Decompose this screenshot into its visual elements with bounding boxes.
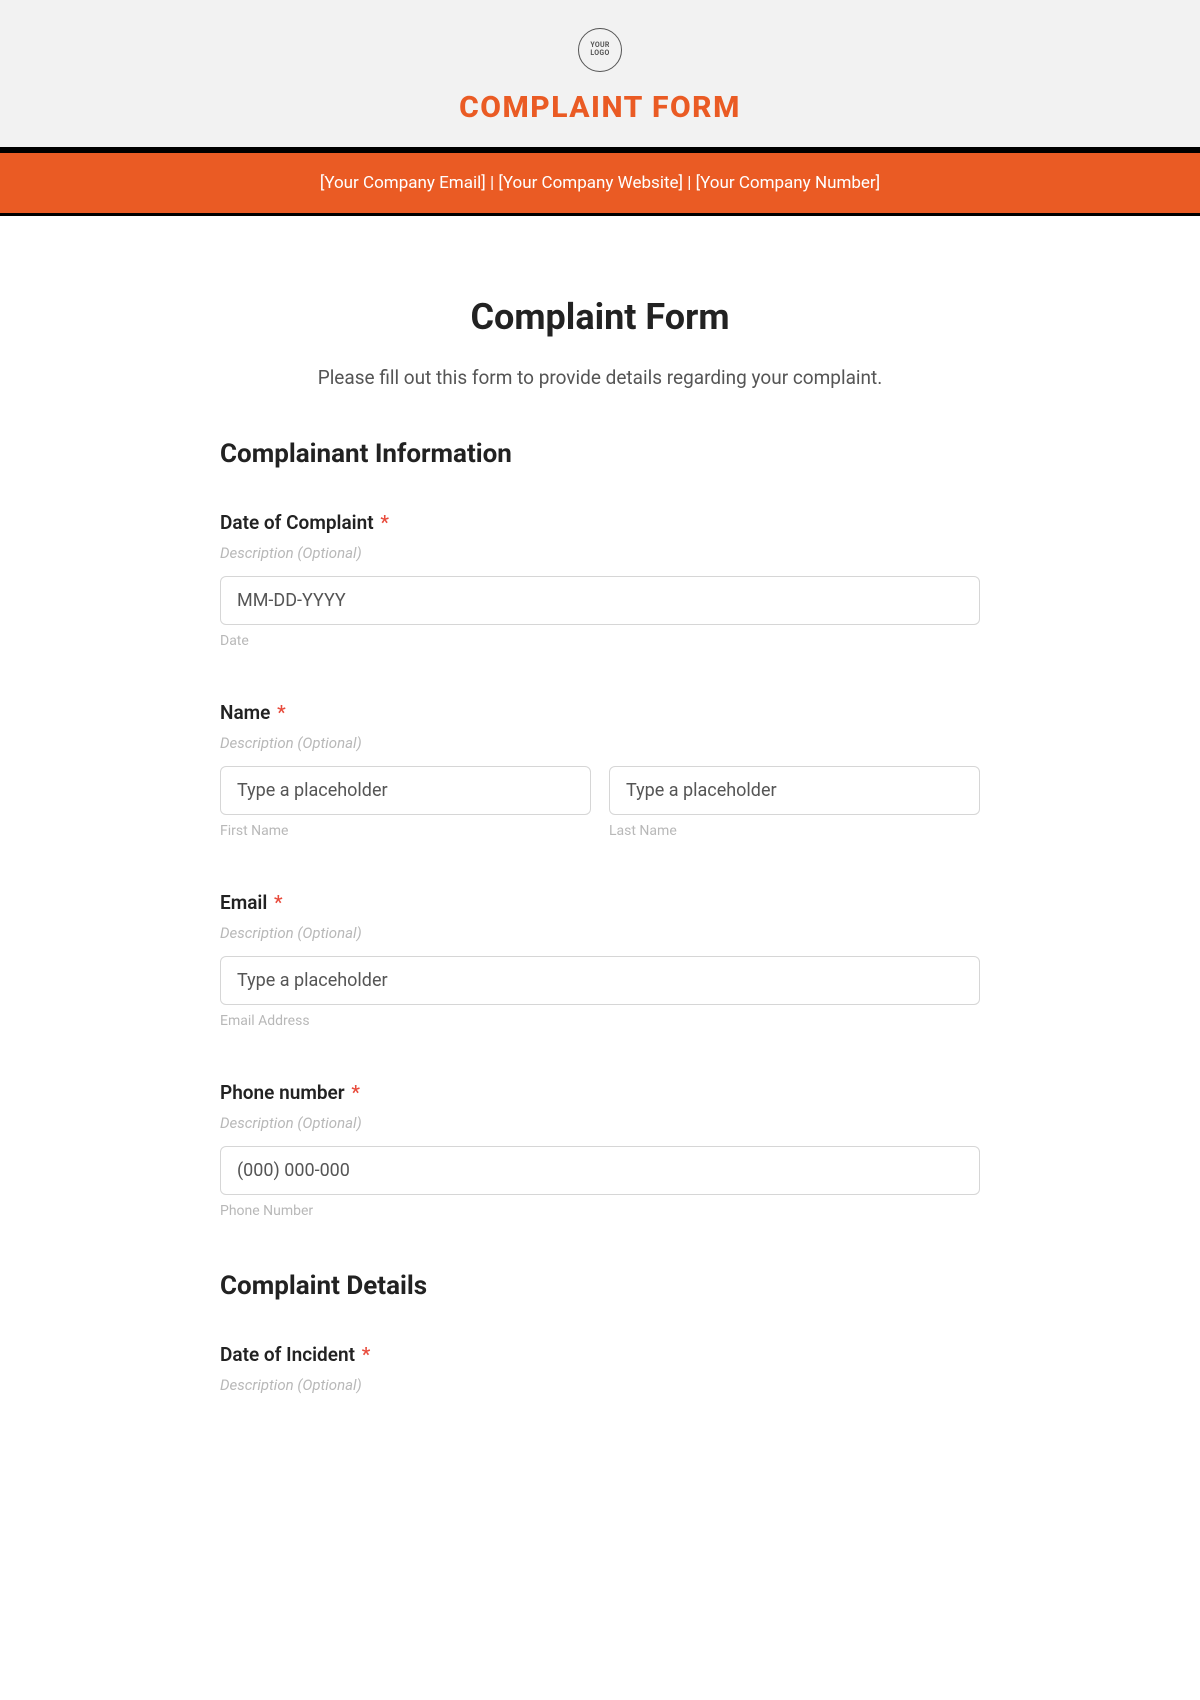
banner-title: COMPLAINT FORM — [0, 90, 1200, 125]
field-name: Name * Description (Optional) First Name… — [220, 701, 980, 839]
label-email: Email * — [220, 891, 980, 914]
label-phone: Phone number * — [220, 1081, 980, 1104]
input-email[interactable] — [220, 956, 980, 1005]
field-phone: Phone number * Description (Optional) Ph… — [220, 1081, 980, 1219]
sublabel-first-name: First Name — [220, 823, 591, 839]
required-marker: * — [277, 701, 286, 724]
input-first-name[interactable] — [220, 766, 591, 815]
desc-phone: Description (Optional) — [220, 1114, 980, 1132]
desc-date-complaint: Description (Optional) — [220, 544, 980, 562]
label-email-text: Email — [220, 891, 267, 914]
input-date-complaint[interactable] — [220, 576, 980, 625]
section-details-heading: Complaint Details — [220, 1271, 980, 1301]
required-marker: * — [380, 511, 389, 534]
required-marker: * — [274, 891, 283, 914]
form-content: Complaint Form Please fill out this form… — [190, 216, 1010, 1448]
label-date-incident-text: Date of Incident — [220, 1343, 355, 1366]
section-complainant-heading: Complainant Information — [220, 439, 980, 469]
label-date-complaint-text: Date of Complaint — [220, 511, 374, 534]
top-banner: YOUR LOGO COMPLAINT FORM — [0, 0, 1200, 150]
sublabel-last-name: Last Name — [609, 823, 980, 839]
field-email: Email * Description (Optional) Email Add… — [220, 891, 980, 1029]
input-last-name[interactable] — [609, 766, 980, 815]
desc-date-incident: Description (Optional) — [220, 1376, 980, 1394]
sublabel-date-complaint: Date — [220, 633, 980, 649]
label-date-incident: Date of Incident * — [220, 1343, 980, 1366]
label-phone-text: Phone number — [220, 1081, 345, 1104]
page-subtitle: Please fill out this form to provide det… — [220, 366, 980, 389]
desc-email: Description (Optional) — [220, 924, 980, 942]
sublabel-phone: Phone Number — [220, 1203, 980, 1219]
logo-placeholder: YOUR LOGO — [578, 28, 622, 72]
page-title: Complaint Form — [220, 296, 980, 338]
sublabel-email: Email Address — [220, 1013, 980, 1029]
desc-name: Description (Optional) — [220, 734, 980, 752]
input-phone[interactable] — [220, 1146, 980, 1195]
logo-text: YOUR LOGO — [590, 42, 609, 57]
field-date-complaint: Date of Complaint * Description (Optiona… — [220, 511, 980, 649]
label-name-text: Name — [220, 701, 270, 724]
label-name: Name * — [220, 701, 980, 724]
required-marker: * — [362, 1343, 371, 1366]
required-marker: * — [351, 1081, 360, 1104]
field-date-incident: Date of Incident * Description (Optional… — [220, 1343, 980, 1394]
contact-bar-text: [Your Company Email] | [Your Company Web… — [320, 173, 880, 193]
label-date-complaint: Date of Complaint * — [220, 511, 980, 534]
contact-bar: [Your Company Email] | [Your Company Web… — [0, 150, 1200, 216]
